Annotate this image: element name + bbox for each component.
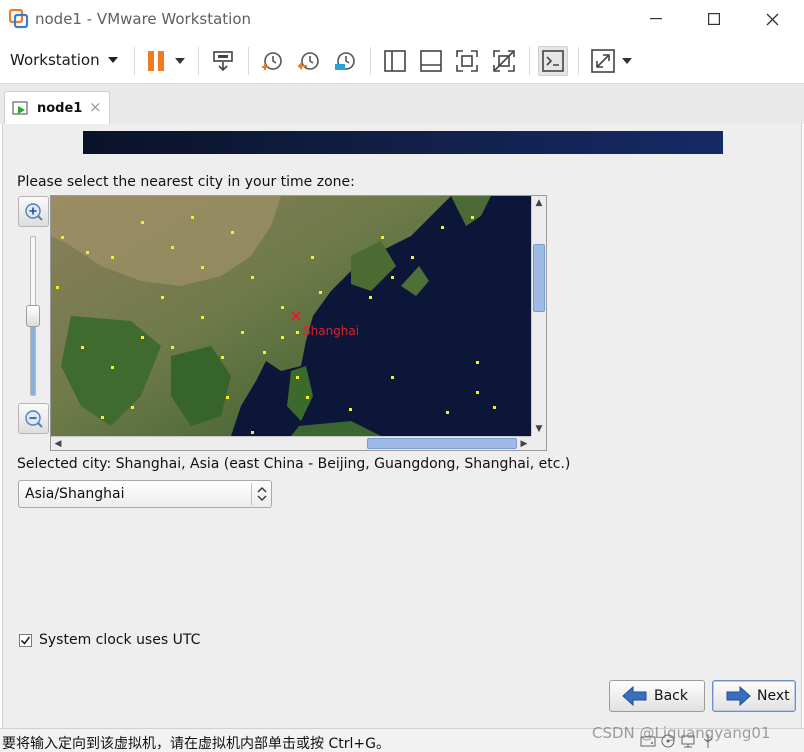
map-horizontal-scrollbar[interactable]: ◀ ▶ bbox=[51, 436, 531, 450]
pause-icon bbox=[148, 51, 164, 71]
stretch-dropdown-chevron-icon[interactable] bbox=[622, 58, 632, 64]
back-button[interactable]: Back bbox=[609, 680, 705, 712]
zoom-in-icon bbox=[24, 202, 43, 221]
scroll-down-icon[interactable]: ▼ bbox=[532, 422, 546, 436]
minimize-button[interactable] bbox=[628, 0, 684, 38]
toolbar-divider bbox=[578, 47, 579, 75]
snapshot-manager-button[interactable] bbox=[330, 46, 360, 76]
window-title: node1 - VMware Workstation bbox=[35, 10, 252, 28]
tab-node1[interactable]: node1 × bbox=[4, 91, 110, 125]
zoom-slider-thumb[interactable] bbox=[26, 305, 40, 327]
title-bar: node1 - VMware Workstation bbox=[0, 0, 804, 38]
usb-icon bbox=[703, 734, 713, 748]
console-view-button[interactable] bbox=[538, 46, 568, 76]
stretch-guest-button[interactable] bbox=[588, 46, 618, 76]
snapshot-revert-button[interactable] bbox=[294, 46, 324, 76]
fullscreen-button[interactable] bbox=[452, 46, 482, 76]
installer-banner bbox=[83, 131, 723, 154]
hard-disk-icon bbox=[640, 736, 656, 747]
maximize-icon bbox=[708, 13, 720, 25]
workstation-menu[interactable]: Workstation bbox=[10, 48, 118, 72]
cd-rom-icon bbox=[661, 734, 675, 748]
unity-button[interactable] bbox=[489, 46, 519, 76]
tab-label: node1 bbox=[37, 101, 83, 116]
unity-icon bbox=[493, 50, 515, 72]
utc-checkbox-label: System clock uses UTC bbox=[39, 632, 201, 648]
next-button[interactable]: Next bbox=[712, 680, 796, 712]
scroll-corner bbox=[531, 436, 546, 450]
vertical-scroll-thumb[interactable] bbox=[533, 244, 545, 312]
status-message: 要将输入定向到该虚拟机，请在虚拟机内部单击或按 Ctrl+G。 bbox=[2, 736, 390, 752]
chevron-down-icon bbox=[107, 57, 118, 63]
console-view-icon bbox=[542, 50, 564, 72]
zoom-out-icon bbox=[24, 409, 43, 428]
sidebar-toggle-button[interactable] bbox=[380, 46, 410, 76]
checkmark-icon bbox=[20, 636, 31, 645]
toolbar-divider bbox=[134, 47, 135, 75]
next-button-label: Next bbox=[757, 688, 790, 704]
timezone-select-value: Asia/Shanghai bbox=[25, 486, 125, 502]
map-city-label: Shanghai bbox=[303, 324, 359, 338]
close-button[interactable] bbox=[744, 0, 800, 38]
network-icon bbox=[681, 735, 695, 748]
vmware-logo-icon bbox=[8, 8, 29, 29]
utc-checkbox[interactable] bbox=[19, 633, 32, 647]
status-bar: 要将输入定向到该虚拟机，请在虚拟机内部单击或按 Ctrl+G。 bbox=[0, 728, 804, 752]
back-arrow-icon bbox=[622, 686, 647, 706]
send-ctrl-alt-del-button[interactable] bbox=[208, 46, 238, 76]
tab-close-icon[interactable]: × bbox=[89, 98, 102, 116]
snapshot-revert-icon bbox=[297, 52, 319, 70]
pause-button[interactable] bbox=[141, 46, 171, 76]
fullscreen-icon bbox=[456, 50, 478, 72]
close-icon bbox=[766, 13, 778, 25]
utc-checkbox-row[interactable]: System clock uses UTC bbox=[19, 632, 200, 648]
scroll-up-icon[interactable]: ▲ bbox=[532, 196, 546, 210]
device-status-icons bbox=[640, 733, 716, 749]
world-map[interactable]: Shanghai bbox=[51, 196, 531, 436]
maximize-button[interactable] bbox=[686, 0, 742, 38]
map-vertical-scrollbar[interactable]: ▲ ▼ bbox=[531, 196, 546, 436]
sidebar-toggle-icon bbox=[384, 50, 406, 72]
back-button-label: Back bbox=[654, 688, 688, 704]
timezone-select[interactable]: Asia/Shanghai bbox=[18, 480, 272, 508]
toolbar-divider bbox=[370, 47, 371, 75]
toolbar-divider bbox=[248, 47, 249, 75]
stretch-guest-icon bbox=[591, 49, 615, 73]
scroll-right-icon[interactable]: ▶ bbox=[517, 437, 531, 451]
guest-display[interactable]: Please select the nearest city in your t… bbox=[2, 124, 802, 728]
toolbar: Workstation bbox=[0, 38, 804, 83]
pause-dropdown-chevron-icon[interactable] bbox=[175, 58, 185, 64]
snapshot-manager-icon bbox=[335, 52, 355, 70]
scroll-left-icon[interactable]: ◀ bbox=[51, 437, 65, 451]
thumbnail-bar-button[interactable] bbox=[416, 46, 446, 76]
timezone-map[interactable]: Shanghai ▲ ▼ ◀ ▶ bbox=[50, 195, 547, 451]
selected-city-text: Selected city: Shanghai, Asia (east Chin… bbox=[17, 456, 571, 472]
toolbar-divider bbox=[198, 47, 199, 75]
workstation-menu-label: Workstation bbox=[10, 51, 100, 69]
send-ctrl-alt-del-icon bbox=[213, 51, 233, 72]
toolbar-divider bbox=[529, 47, 530, 75]
minimize-icon bbox=[650, 18, 662, 20]
next-arrow-icon bbox=[726, 686, 751, 706]
tab-strip: node1 × bbox=[0, 83, 804, 125]
select-updown-icon bbox=[251, 483, 271, 505]
vm-running-icon bbox=[12, 101, 30, 117]
zoom-out-button[interactable] bbox=[18, 403, 49, 434]
zoom-in-button[interactable] bbox=[18, 196, 49, 227]
thumbnail-bar-icon bbox=[420, 50, 442, 72]
snapshot-take-button[interactable] bbox=[257, 46, 287, 76]
horizontal-scroll-thumb[interactable] bbox=[367, 438, 517, 449]
timezone-prompt: Please select the nearest city in your t… bbox=[17, 174, 355, 190]
snapshot-take-icon bbox=[262, 52, 282, 70]
